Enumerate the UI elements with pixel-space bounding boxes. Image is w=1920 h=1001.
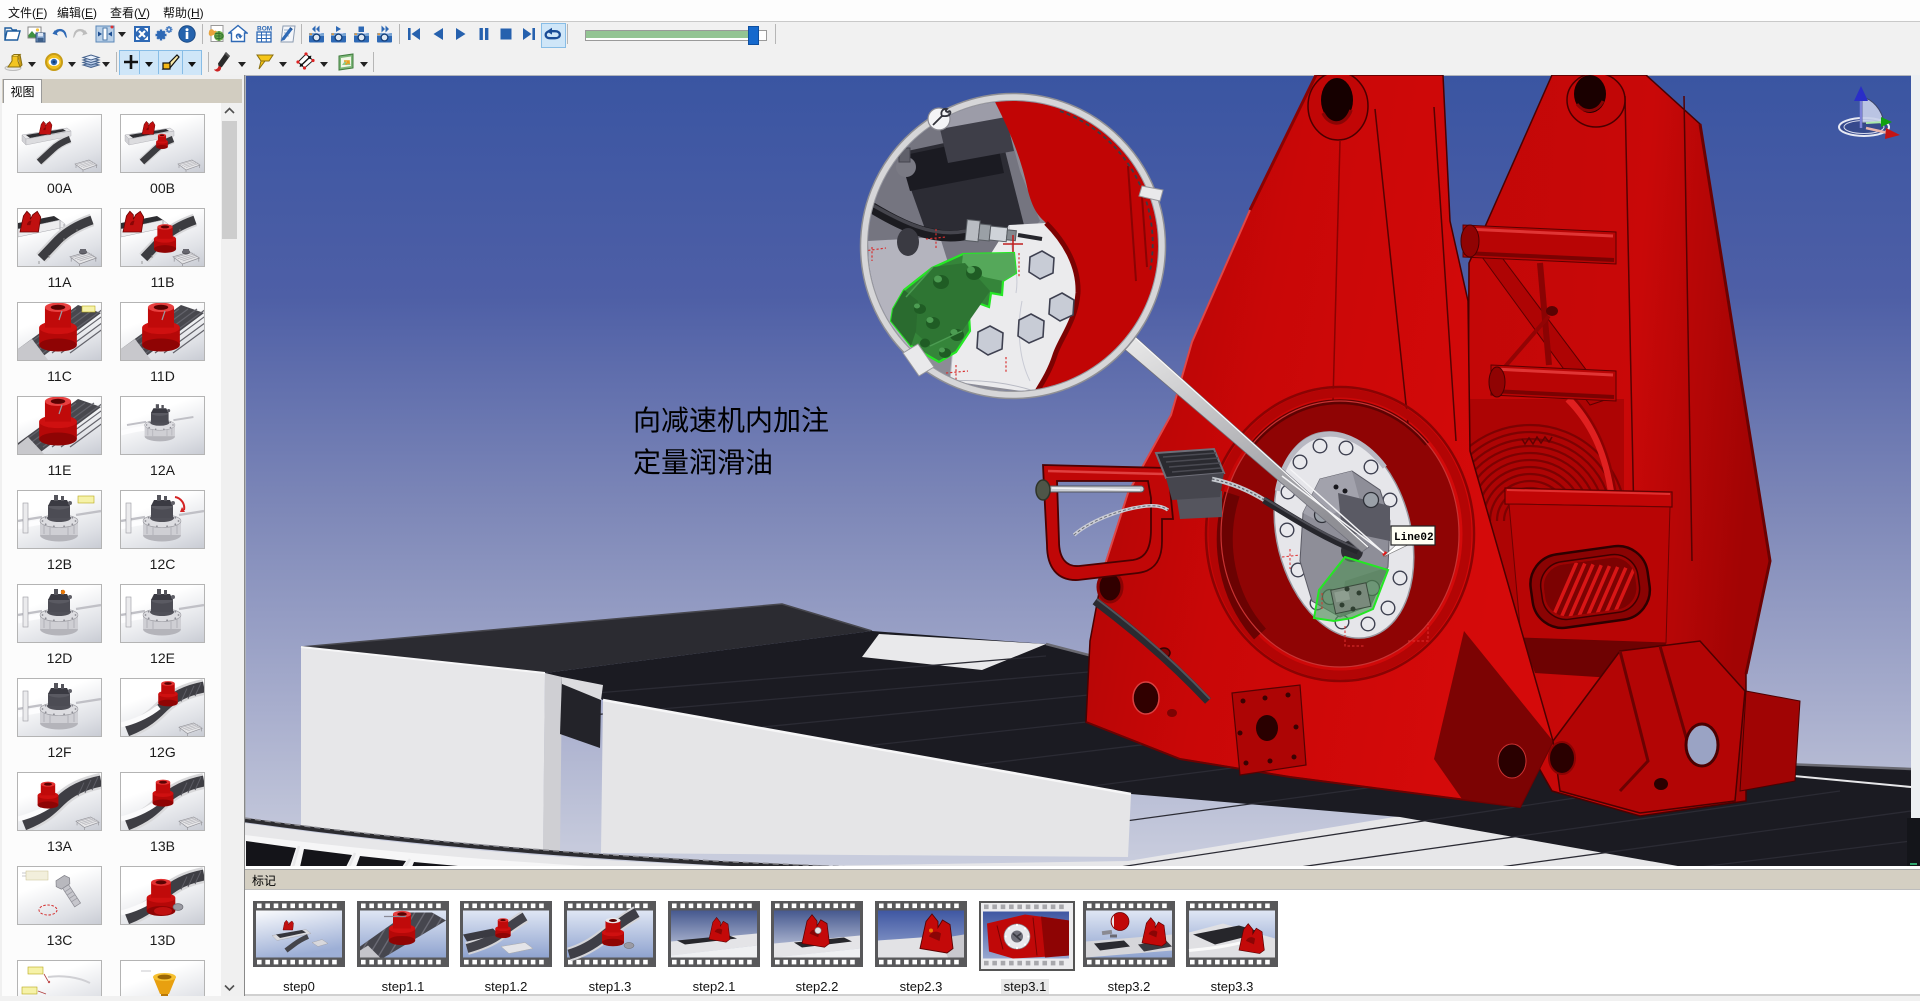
svg-text:向减速机内加注: 向减速机内加注 [633, 405, 829, 436]
svg-text:Line02: Line02 [1394, 532, 1434, 544]
svg-text:定量润滑油: 定量润滑油 [633, 447, 773, 478]
